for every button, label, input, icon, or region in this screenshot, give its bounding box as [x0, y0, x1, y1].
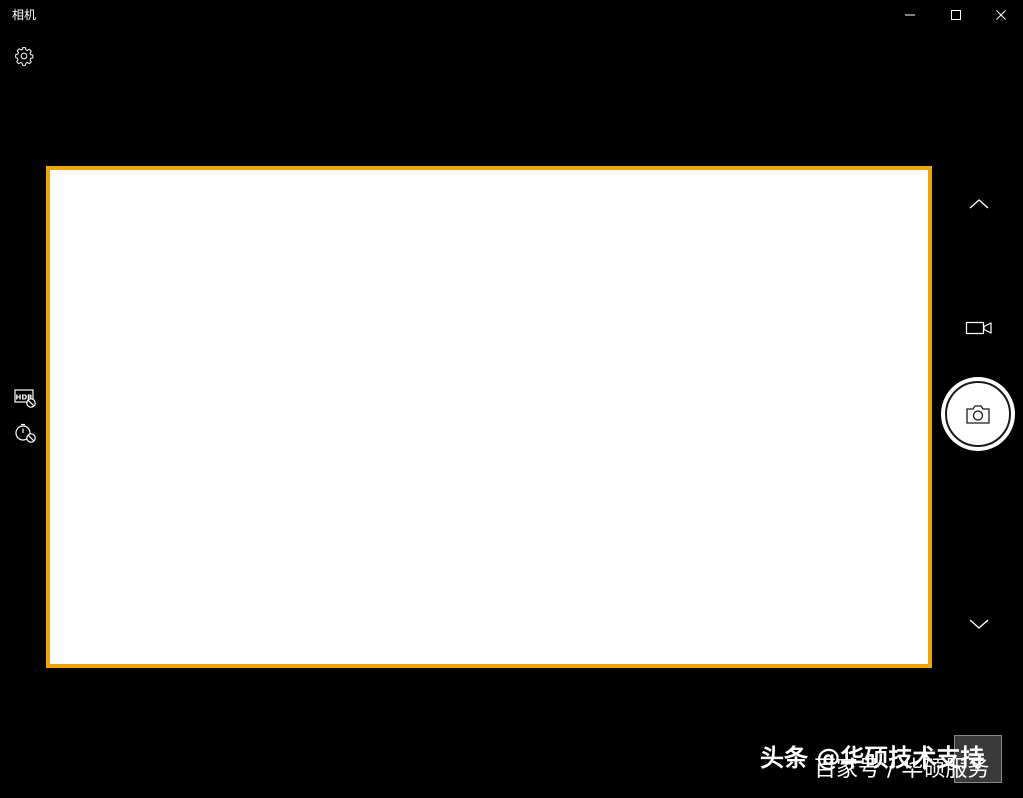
timer-toggle[interactable] [13, 422, 37, 444]
camera-app-window: 相机 HDR 百家号 / 华硕服务 头条 @华硕技术支持 [0, 0, 1023, 798]
chevron-down-icon [969, 619, 989, 629]
hdr-toggle[interactable]: HDR [13, 387, 37, 409]
scroll-up-button[interactable] [962, 190, 996, 218]
take-photo-button[interactable] [941, 377, 1015, 451]
camera-preview [46, 166, 932, 668]
watermark-primary: 头条 @华硕技术支持 [760, 744, 985, 772]
settings-button[interactable] [12, 44, 36, 68]
app-title: 相机 [12, 8, 37, 22]
title-bar: 相机 [0, 0, 1023, 30]
maximize-button[interactable] [933, 0, 979, 30]
timer-off-icon [15, 423, 36, 443]
video-camera-icon [965, 321, 992, 335]
close-button[interactable] [978, 0, 1023, 30]
chevron-up-icon [969, 199, 989, 209]
video-mode-button[interactable] [960, 314, 998, 342]
minimize-button[interactable] [887, 0, 933, 30]
shutter-ring [945, 381, 1011, 447]
close-icon [996, 10, 1006, 20]
gear-icon [15, 47, 34, 66]
maximize-icon [951, 10, 961, 20]
camera-icon [966, 405, 990, 424]
scroll-down-button[interactable] [962, 610, 996, 638]
minimize-icon [905, 14, 915, 16]
hdr-off-icon: HDR [14, 389, 36, 408]
